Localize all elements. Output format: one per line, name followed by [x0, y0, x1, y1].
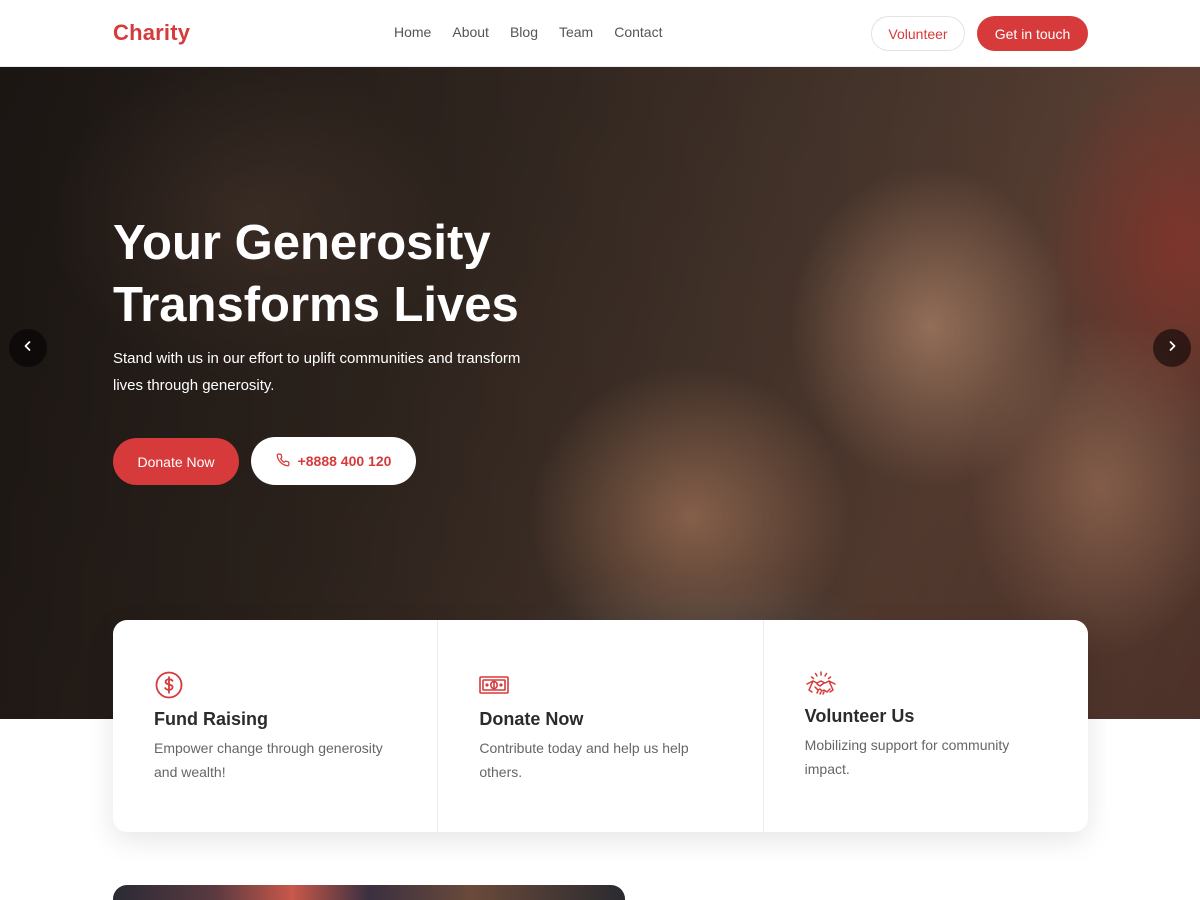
slider-next-button[interactable] [1153, 329, 1191, 367]
phone-icon [276, 453, 290, 470]
volunteer-button[interactable]: Volunteer [871, 16, 965, 51]
phone-button[interactable]: +8888 400 120 [251, 437, 416, 485]
card-description: Mobilizing support for community impact. [804, 737, 1010, 777]
donate-now-button[interactable]: Donate Now [113, 438, 239, 485]
logo[interactable]: Charity [113, 20, 190, 46]
nav-team[interactable]: Team [559, 24, 593, 40]
dollar-circle-icon [154, 670, 184, 700]
feature-cards: Fund Raising Empower change through gene… [113, 620, 1088, 832]
nav-about[interactable]: About [452, 24, 489, 40]
handshake-icon [805, 670, 836, 700]
slider-prev-button[interactable] [9, 329, 47, 367]
site-header: Charity Home About Blog Team Contact Vol… [0, 0, 1200, 67]
card-volunteer-us[interactable]: Volunteer Us Mobilizing support for comm… [764, 620, 1088, 832]
banknote-icon [479, 670, 510, 700]
get-in-touch-button[interactable]: Get in touch [977, 16, 1088, 51]
nav-home[interactable]: Home [394, 24, 431, 40]
card-title: Volunteer Us [804, 706, 915, 726]
card-description: Empower change through generosity and we… [154, 740, 383, 780]
card-description: Contribute today and help us help others… [479, 740, 689, 780]
about-image-preview [113, 885, 625, 900]
card-fund-raising[interactable]: Fund Raising Empower change through gene… [113, 620, 439, 832]
card-title: Donate Now [479, 709, 584, 729]
chevron-right-icon [1166, 339, 1178, 357]
main-nav: Home About Blog Team Contact [394, 24, 683, 40]
hero-subtitle: Stand with us in our effort to uplift co… [113, 350, 521, 394]
card-title: Fund Raising [154, 709, 268, 729]
phone-number: +8888 400 120 [297, 453, 392, 469]
nav-contact[interactable]: Contact [614, 24, 662, 40]
chevron-left-icon [22, 339, 34, 357]
nav-blog[interactable]: Blog [510, 24, 538, 40]
card-donate-now[interactable]: Donate Now Contribute today and help us … [438, 620, 764, 832]
hero-title: Your Generosity Transforms Lives [113, 216, 519, 332]
